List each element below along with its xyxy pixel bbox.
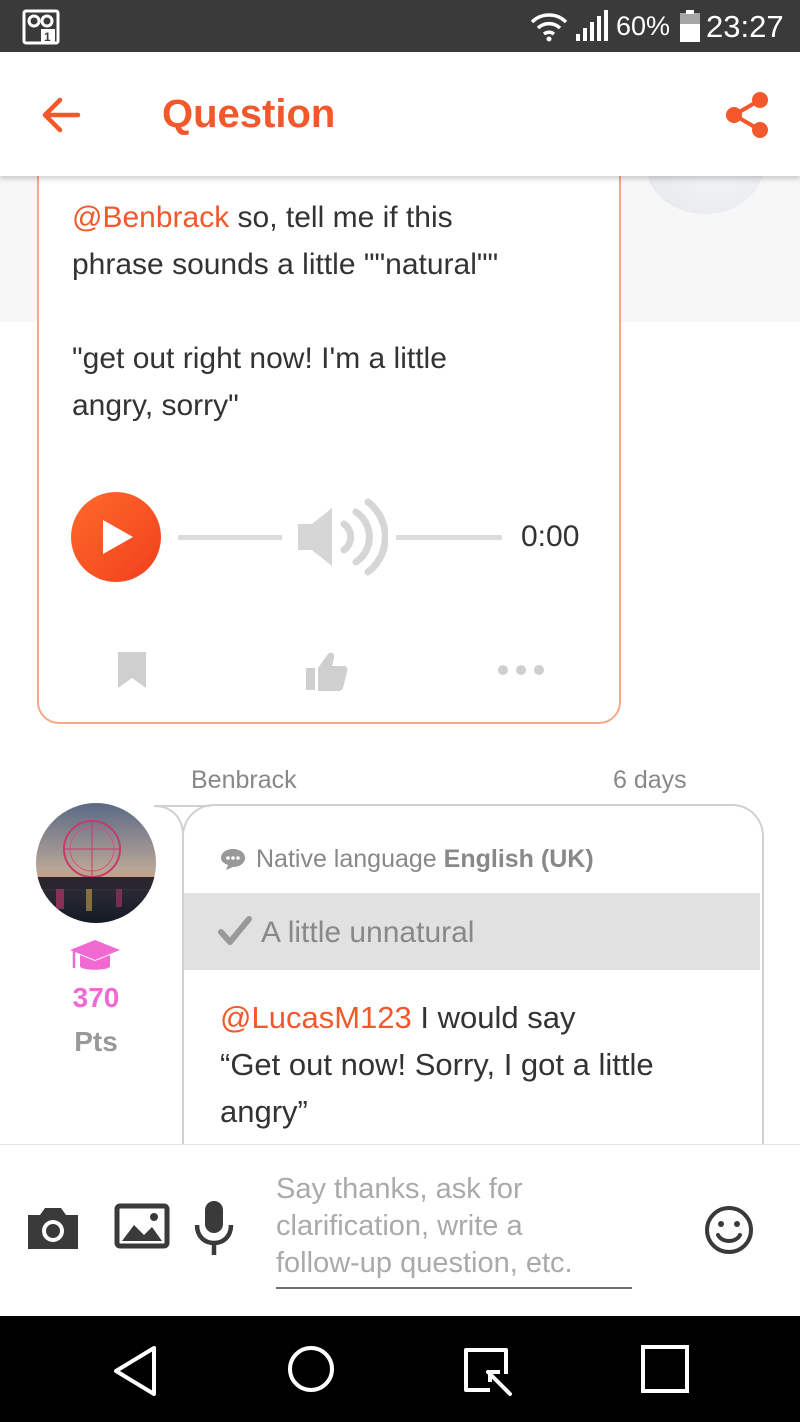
more-options-icon[interactable] xyxy=(496,662,546,678)
nav-back-icon[interactable] xyxy=(110,1344,160,1398)
microphone-icon[interactable] xyxy=(192,1199,236,1257)
answer-timestamp: 6 days xyxy=(613,766,687,794)
points-label: Pts xyxy=(74,1026,118,1057)
verdict-label: A little unnatural xyxy=(261,916,475,949)
battery-icon xyxy=(680,10,700,42)
play-button[interactable] xyxy=(71,492,161,582)
points-value: 370 xyxy=(72,982,120,1013)
reply-input[interactable]: Say thanks, ask for clarification, write… xyxy=(276,1171,632,1289)
nav-home-icon[interactable] xyxy=(286,1344,336,1394)
audio-progress-track-end[interactable] xyxy=(396,535,502,540)
audio-progress-track[interactable] xyxy=(178,535,282,540)
answer-mention[interactable]: @LucasM123 xyxy=(220,1000,412,1035)
system-nav-bar xyxy=(0,1316,800,1422)
bubble-tail xyxy=(153,805,210,856)
london-eye-photo xyxy=(36,803,156,923)
battery-percent: 60% xyxy=(616,11,671,41)
answer-text: @LucasM123 I would say “Get out now! Sor… xyxy=(220,1000,654,1129)
app-bar: Question xyxy=(0,52,800,176)
graduation-cap-icon xyxy=(70,940,120,970)
native-language-value: English (UK) xyxy=(443,845,594,873)
back-arrow-icon[interactable] xyxy=(38,92,84,138)
volume-icon xyxy=(298,498,388,576)
signal-icon xyxy=(576,10,608,41)
status-bar: 1 60% 23:27 xyxy=(0,0,800,52)
play-icon xyxy=(103,520,133,554)
svg-text:1: 1 xyxy=(44,30,51,44)
camera-icon[interactable] xyxy=(24,1205,82,1251)
image-icon[interactable] xyxy=(114,1203,170,1249)
conversation-scroll[interactable]: @Benbrack so, tell me if this phrase sou… xyxy=(0,176,800,1144)
nav-recents-icon[interactable] xyxy=(640,1344,690,1394)
answerer-avatar[interactable] xyxy=(36,803,156,923)
audio-duration: 0:00 xyxy=(521,520,580,553)
reply-composer: Say thanks, ask for clarification, write… xyxy=(0,1144,800,1317)
answer-author[interactable]: Benbrack xyxy=(191,766,297,795)
bookmark-icon[interactable] xyxy=(116,650,148,690)
wifi-icon xyxy=(530,13,568,42)
chat-bubble-icon xyxy=(221,849,245,870)
native-language: Native language English (UK) xyxy=(256,845,594,873)
emoji-icon[interactable] xyxy=(704,1205,754,1255)
checkmark-icon xyxy=(218,916,252,945)
clock: 23:27 xyxy=(706,9,784,44)
share-icon[interactable] xyxy=(724,90,770,140)
notification-icon: 1 xyxy=(22,9,60,45)
thumbs-up-icon[interactable] xyxy=(304,650,348,692)
question-text: @Benbrack so, tell me if this phrase sou… xyxy=(72,201,499,422)
question-mention[interactable]: @Benbrack xyxy=(72,201,229,234)
page-title: Question xyxy=(162,92,336,136)
nav-screenshot-icon[interactable] xyxy=(460,1344,516,1400)
